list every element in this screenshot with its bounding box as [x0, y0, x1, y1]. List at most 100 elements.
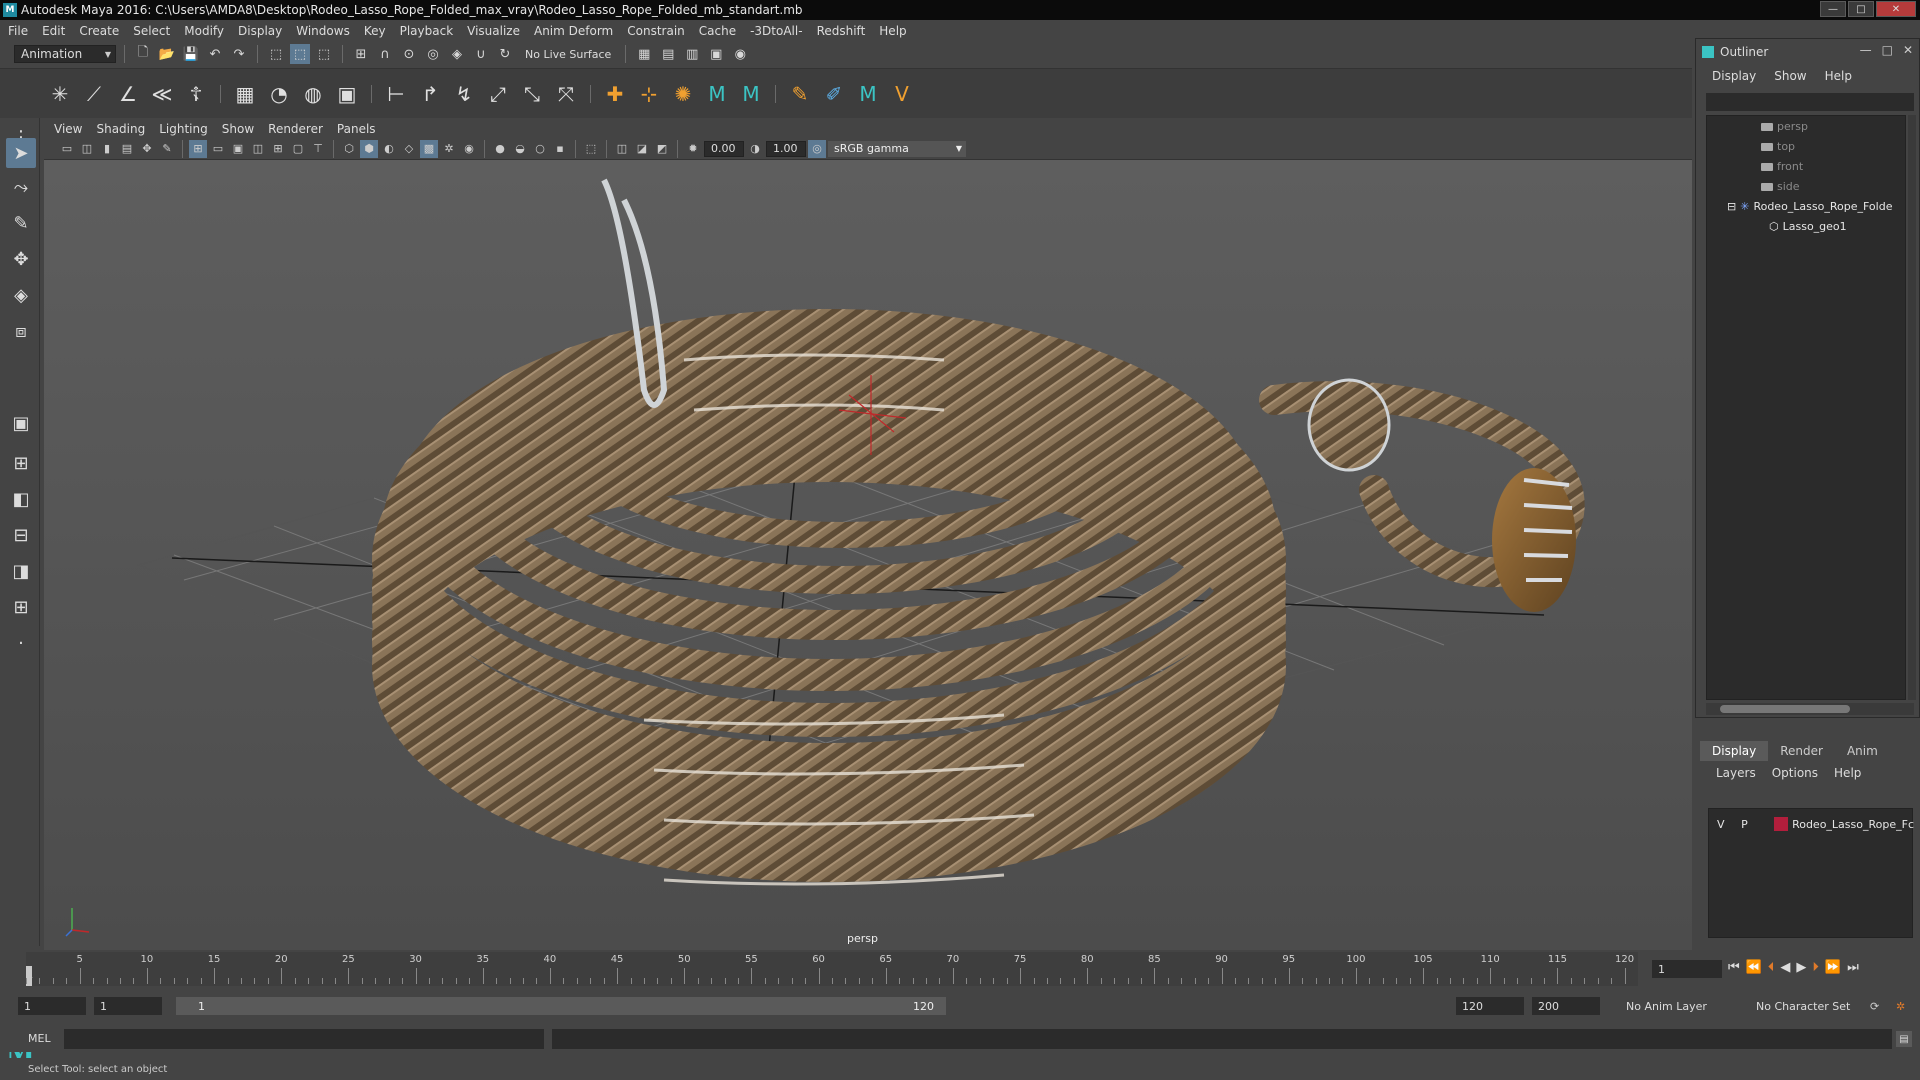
persp-graph-icon[interactable]: ◨: [6, 556, 36, 586]
menu-key[interactable]: Key: [364, 24, 386, 38]
menu-anim-deform[interactable]: Anim Deform: [534, 24, 613, 38]
use-default-material-icon[interactable]: ◐: [380, 140, 398, 158]
menu-set-dropdown[interactable]: Animation: [14, 45, 116, 63]
grid-toggle-icon[interactable]: ⊞: [189, 139, 207, 158]
motion-blur-icon[interactable]: ◒: [511, 140, 529, 158]
close-icon[interactable]: ✕: [1903, 43, 1913, 57]
particle-icon[interactable]: ✺: [669, 80, 697, 108]
animation-start-field[interactable]: 1: [18, 997, 86, 1015]
four-view-icon[interactable]: ⊞: [6, 448, 36, 478]
wireframe-on-shaded-icon[interactable]: ◇: [400, 140, 418, 158]
layer-menu-layers[interactable]: Layers: [1716, 766, 1756, 780]
layer-menu-options[interactable]: Options: [1772, 766, 1818, 780]
menu-playback[interactable]: Playback: [400, 24, 454, 38]
panel-menu-view[interactable]: View: [54, 122, 82, 136]
film-gate-icon[interactable]: ▭: [209, 140, 227, 158]
cluster-icon[interactable]: ⊹: [635, 80, 663, 108]
gamma-icon[interactable]: ◑: [746, 140, 764, 158]
wire-box-icon[interactable]: ▣: [333, 80, 361, 108]
joint-icon[interactable]: ⊢: [382, 80, 410, 108]
minimize-icon[interactable]: —: [1860, 43, 1872, 57]
textured-icon[interactable]: ▩: [420, 139, 438, 158]
play-backward-icon[interactable]: ◀: [1780, 960, 1790, 975]
go-to-end-icon[interactable]: ⏭: [1847, 960, 1859, 975]
tab-anim[interactable]: Anim: [1835, 741, 1890, 761]
layer-menu-help[interactable]: Help: [1834, 766, 1861, 780]
anim-layer-dropdown[interactable]: No Anim Layer: [1620, 997, 1740, 1015]
play-forward-icon[interactable]: ▶: [1796, 960, 1806, 975]
xray-components-icon[interactable]: ◩: [653, 140, 671, 158]
gamma-field[interactable]: 1.00: [766, 140, 806, 157]
snap-grid-icon[interactable]: ⊞: [351, 44, 371, 64]
outliner-vertical-scrollbar[interactable]: [1908, 115, 1916, 700]
camera-attr-icon[interactable]: ◫: [78, 140, 96, 158]
move-tool-icon[interactable]: ✥: [6, 244, 36, 274]
exposure-icon[interactable]: ✹: [684, 140, 702, 158]
camera-select-icon[interactable]: ▭: [58, 140, 76, 158]
panel-menu-renderer[interactable]: Renderer: [268, 122, 323, 136]
star-curve-icon[interactable]: ✳: [46, 80, 74, 108]
wireframe-icon[interactable]: ⬡: [340, 140, 358, 158]
bind-skin-icon[interactable]: ⤢: [484, 80, 512, 108]
outliner-menu-help[interactable]: Help: [1825, 69, 1852, 83]
scroll-thumb[interactable]: [1720, 705, 1850, 713]
maximize-icon[interactable]: □: [1882, 43, 1893, 57]
menu-modify[interactable]: Modify: [184, 24, 224, 38]
character-set-dropdown[interactable]: No Character Set: [1750, 997, 1870, 1015]
menu-edit[interactable]: Edit: [42, 24, 65, 38]
snap-view-icon[interactable]: ◎: [423, 44, 443, 64]
outliner-search-input[interactable]: [1706, 93, 1914, 111]
script-editor-icon[interactable]: ▤: [1896, 1031, 1912, 1047]
symmetry-icon[interactable]: ↻: [495, 44, 515, 64]
outliner-item-side[interactable]: side: [1761, 180, 1800, 193]
ipr-render-icon[interactable]: ▥: [682, 44, 702, 64]
animation-end-field[interactable]: 200: [1532, 997, 1600, 1015]
bookmark-icon[interactable]: ▮: [98, 140, 116, 158]
locator-icon[interactable]: ✚: [601, 80, 629, 108]
hypershade-icon[interactable]: ◉: [730, 44, 750, 64]
outliner-horizontal-scrollbar[interactable]: [1706, 703, 1914, 715]
outliner-menu-display[interactable]: Display: [1712, 69, 1756, 83]
sculpt-icon[interactable]: ◔: [265, 80, 293, 108]
snap-point-icon[interactable]: ⊙: [399, 44, 419, 64]
tab-render[interactable]: Render: [1768, 741, 1835, 761]
persp-viewport[interactable]: persp: [44, 160, 1692, 950]
playback-start-field[interactable]: 1: [94, 997, 162, 1015]
xray-joints-icon[interactable]: ◪: [633, 140, 651, 158]
snap-curve-icon[interactable]: ∩: [375, 44, 395, 64]
render-frame-icon[interactable]: ▤: [658, 44, 678, 64]
safe-action-icon[interactable]: ▢: [289, 140, 307, 158]
resolution-gate-icon[interactable]: ▣: [229, 140, 247, 158]
menu-display[interactable]: Display: [238, 24, 282, 38]
angle-tool-icon[interactable]: ∠: [114, 80, 142, 108]
grease-pencil-icon[interactable]: ✎: [158, 140, 176, 158]
panel-menu-panels[interactable]: Panels: [337, 122, 376, 136]
go-to-start-icon[interactable]: ⏮: [1728, 960, 1740, 975]
skeleton-icon[interactable]: ☦: [182, 80, 210, 108]
xray-icon[interactable]: ◫: [613, 140, 631, 158]
open-scene-icon[interactable]: 📂: [157, 44, 177, 64]
layer-visibility-toggle[interactable]: V: [1709, 818, 1733, 831]
lasso-tool-icon[interactable]: ⤳: [6, 172, 36, 202]
anti-aliasing-icon[interactable]: ○: [531, 140, 549, 158]
outliner-item-top[interactable]: top: [1761, 140, 1795, 153]
undo-icon[interactable]: ↶: [205, 44, 225, 64]
wire-sphere-icon[interactable]: ◍: [299, 80, 327, 108]
depth-of-field-icon[interactable]: ▪: [551, 140, 569, 158]
outliner-item-rodeo-group[interactable]: ⊟ ✳ Rodeo_Lasso_Rope_Folde: [1727, 200, 1892, 213]
menu-select[interactable]: Select: [133, 24, 170, 38]
scale-tool-icon[interactable]: ⧈: [6, 316, 36, 346]
image-plane-icon[interactable]: ▤: [118, 140, 136, 158]
maya-m-icon[interactable]: M: [703, 80, 731, 108]
step-forward-key-icon[interactable]: ⏩: [1825, 960, 1841, 975]
shadows-icon[interactable]: ◉: [460, 140, 478, 158]
tab-display[interactable]: Display: [1700, 741, 1769, 761]
script-language-label[interactable]: MEL: [28, 1032, 51, 1045]
side-by-side-icon[interactable]: ◧: [6, 484, 36, 514]
menu-constrain[interactable]: Constrain: [627, 24, 685, 38]
minimize-icon[interactable]: —: [1820, 1, 1846, 17]
gate-mask-icon[interactable]: ◫: [249, 140, 267, 158]
collapse-icon[interactable]: ⊟: [1727, 200, 1736, 213]
save-scene-icon[interactable]: 💾: [181, 44, 201, 64]
ik-spline-icon[interactable]: ↯: [450, 80, 478, 108]
